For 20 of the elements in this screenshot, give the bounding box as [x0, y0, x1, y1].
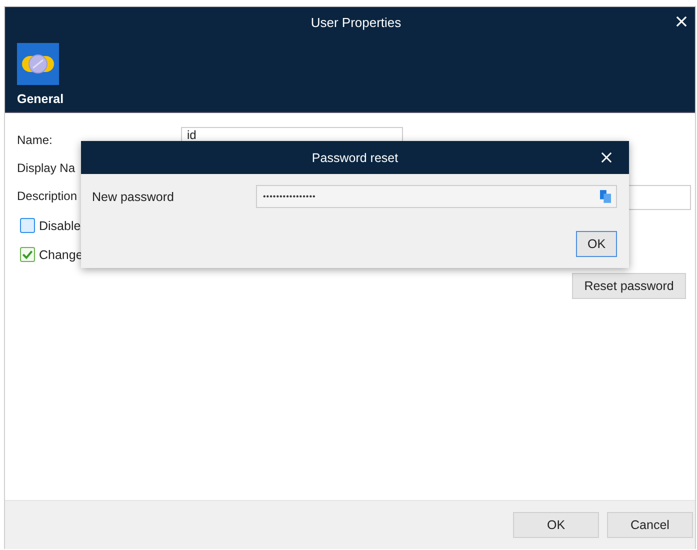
field-label: Name: [17, 132, 52, 147]
window-title: User Properties [310, 14, 402, 30]
ok-button[interactable]: OK [576, 231, 617, 257]
ok-button[interactable]: OK [513, 512, 599, 538]
field-label: New password [92, 190, 175, 204]
field-label: Display Na [17, 160, 76, 175]
toggle-icon[interactable] [17, 43, 59, 85]
password-field[interactable]: •••••••••••••••• [256, 185, 617, 208]
checkbox[interactable] [20, 218, 35, 233]
copy-icon[interactable] [600, 190, 611, 203]
checkbox-label: Change [39, 248, 83, 262]
checkbox-label: Disable [39, 218, 81, 232]
dialog-title: Password reset [312, 150, 398, 164]
field-label: Description [17, 188, 78, 203]
close-icon[interactable] [676, 16, 687, 27]
close-icon[interactable] [601, 152, 612, 163]
checkbox[interactable] [20, 247, 35, 262]
section-label[interactable]: General [17, 92, 64, 106]
reset-password-button[interactable]: Reset password [572, 273, 686, 299]
cancel-button[interactable]: Cancel [607, 512, 693, 538]
